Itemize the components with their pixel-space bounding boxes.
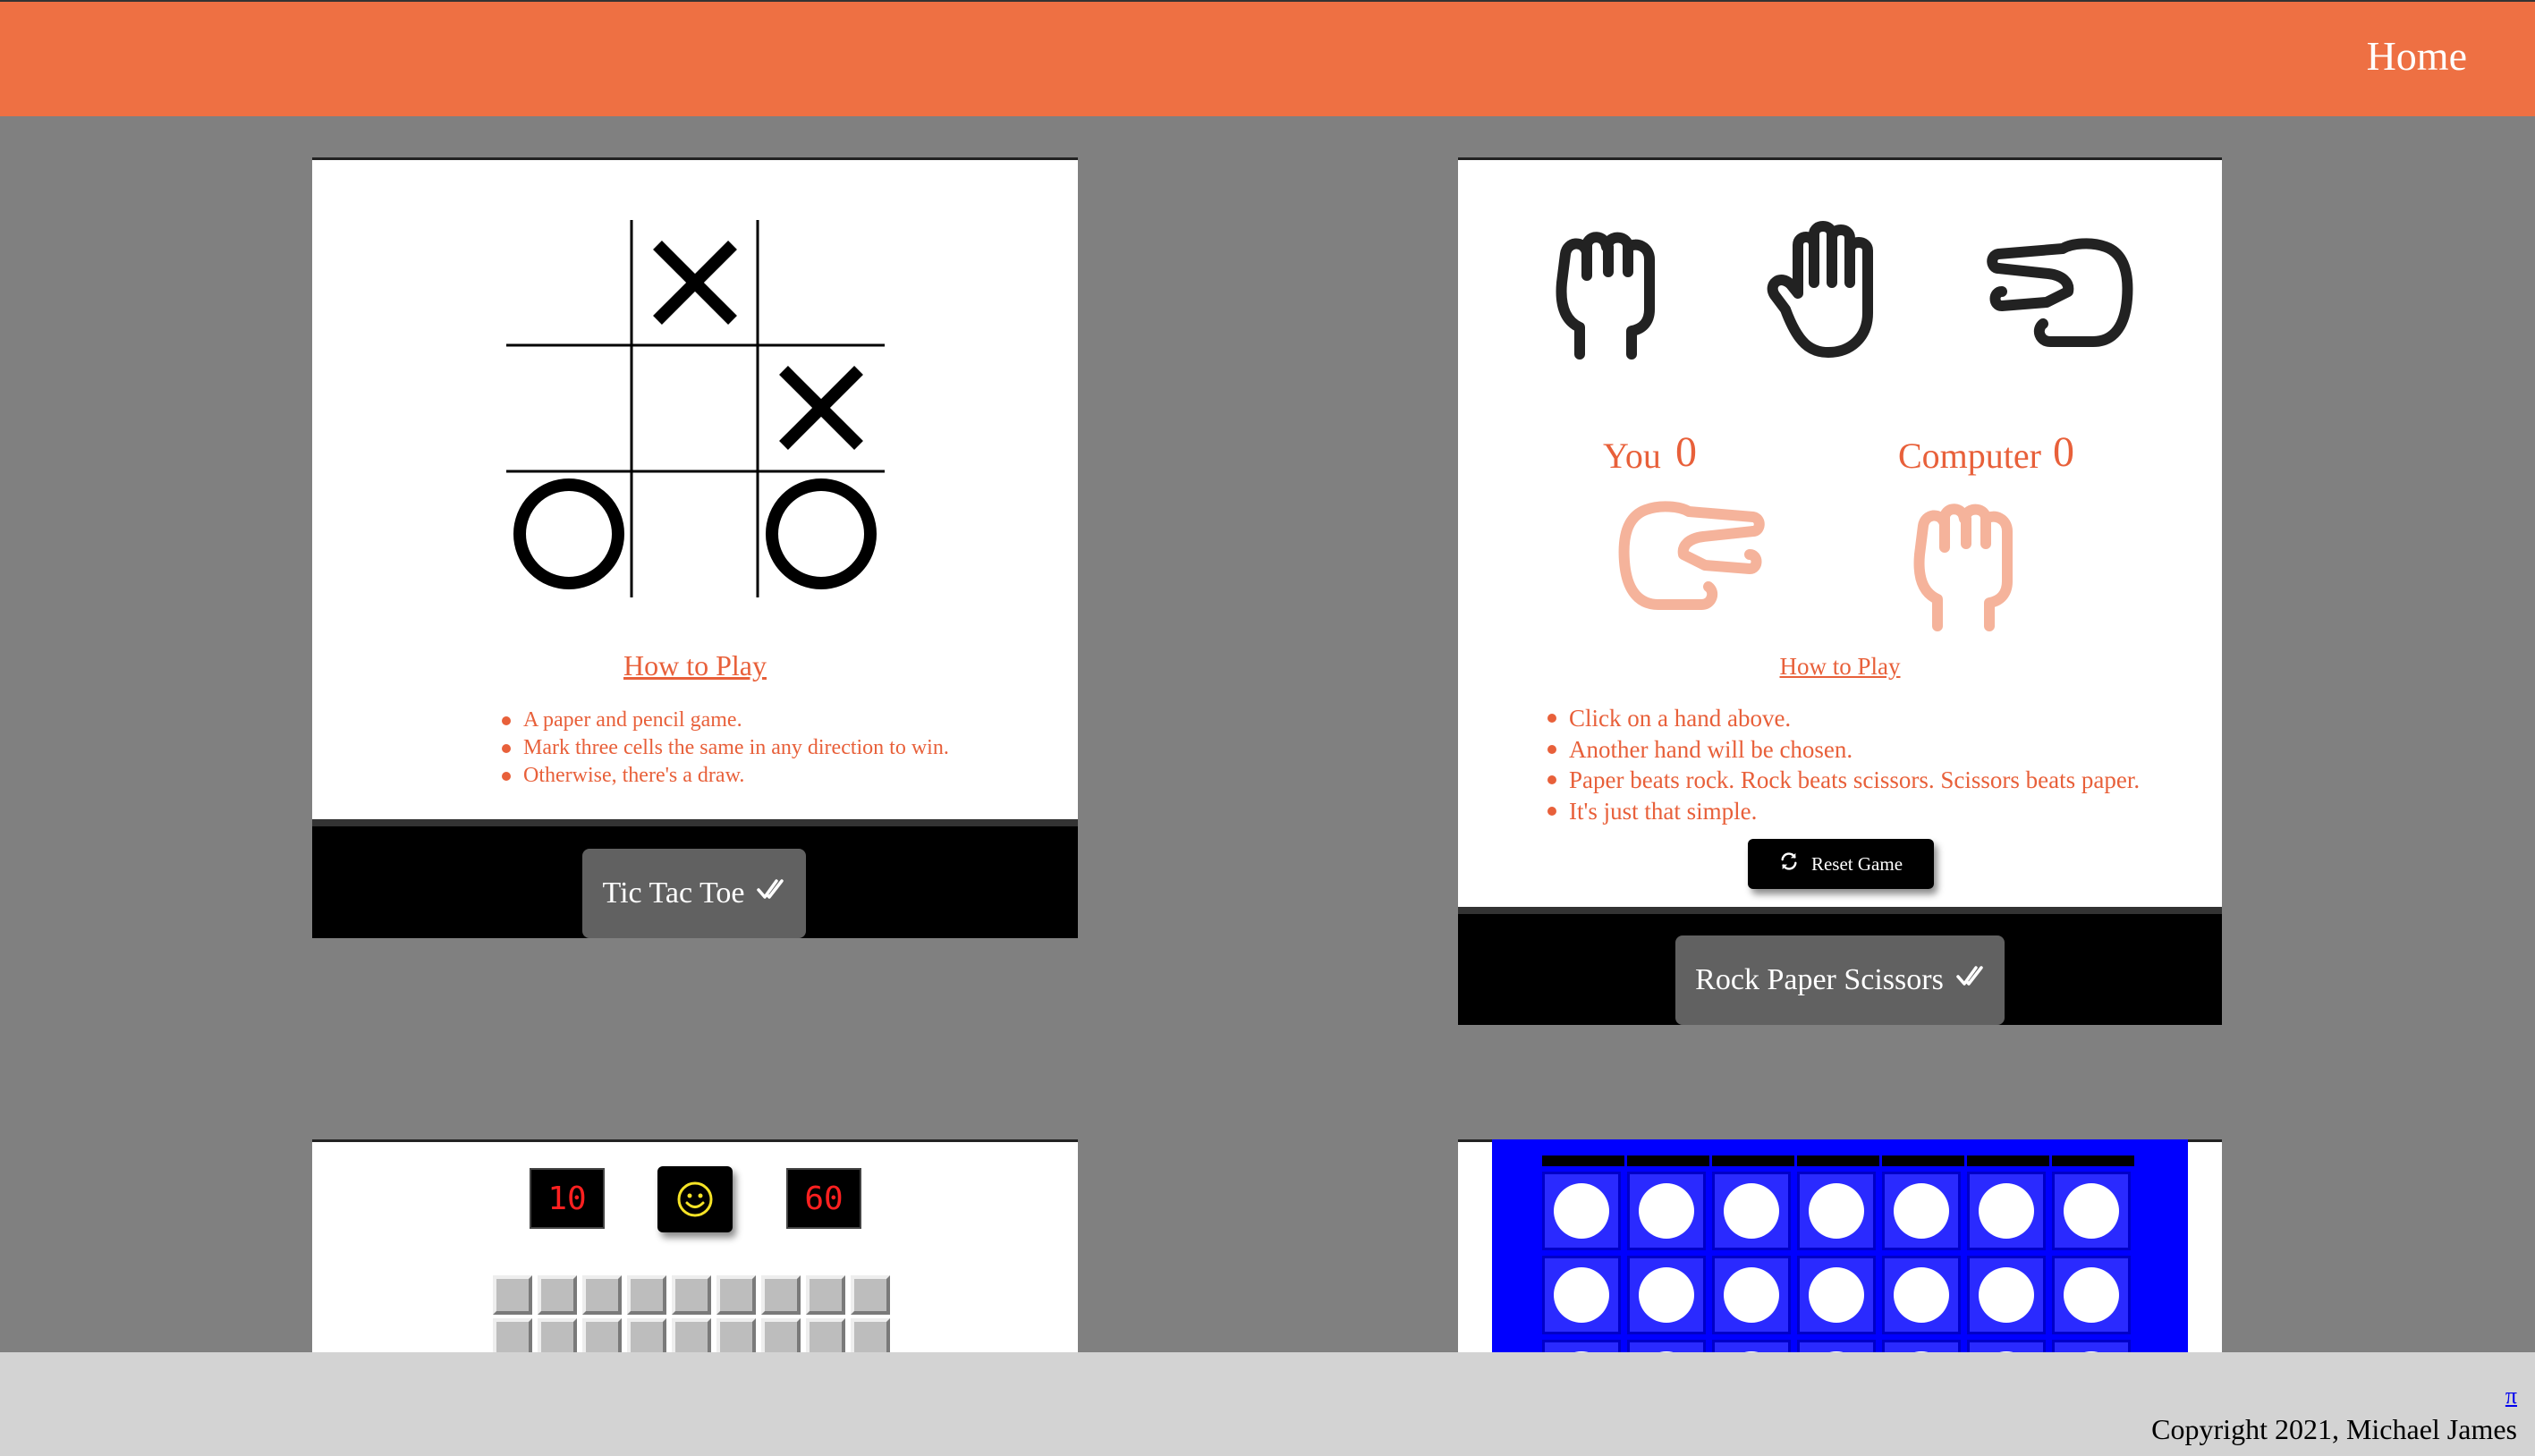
reset-game-label: Reset Game	[1810, 852, 1903, 875]
empty-disc	[1554, 1267, 1609, 1323]
board-cell[interactable]	[1882, 1172, 1961, 1250]
board-cell[interactable]	[2052, 1256, 2131, 1334]
timer-value: 60	[804, 1180, 844, 1217]
mines-counter: 10	[530, 1168, 605, 1229]
rock-hand-icon	[1913, 504, 2013, 631]
board-cell[interactable]	[1967, 1256, 2046, 1334]
tic-tac-toe-board[interactable]	[312, 157, 1078, 622]
empty-disc	[1979, 1183, 2034, 1239]
double-check-icon	[1956, 963, 1985, 997]
mine-tile[interactable]	[806, 1275, 845, 1315]
mine-tile[interactable]	[582, 1275, 622, 1315]
page-footer: π Copyright 2021, Michael James	[0, 1352, 2535, 1456]
connect-four-drop-row	[1542, 1155, 2136, 1168]
empty-disc	[1809, 1267, 1864, 1323]
mine-tile[interactable]	[851, 1275, 890, 1315]
scissors-hand-icon[interactable]	[1986, 236, 2138, 361]
board-cell[interactable]	[1627, 1256, 1706, 1334]
reset-game-button[interactable]: Reset Game	[1748, 839, 1934, 889]
empty-disc	[1554, 1183, 1609, 1239]
home-link[interactable]: Home	[2367, 32, 2467, 80]
o-mark	[766, 478, 877, 589]
empty-disc	[2064, 1267, 2119, 1323]
rule-item: It's just that simple.	[1547, 796, 2140, 827]
how-to-play-link[interactable]: How to Play	[312, 649, 1078, 682]
empty-disc	[1894, 1183, 1949, 1239]
drop-slot[interactable]	[1882, 1155, 1964, 1166]
mine-tile[interactable]	[627, 1275, 666, 1315]
connect-four-board[interactable]	[1492, 1139, 2188, 1372]
timer: 60	[786, 1168, 861, 1229]
board-cell[interactable]	[1712, 1172, 1791, 1250]
connect-four-card	[1458, 1139, 2222, 1372]
rule-item: Click on a hand above.	[1547, 703, 2140, 734]
board-cell[interactable]	[1967, 1172, 2046, 1250]
board-cell[interactable]	[1627, 1172, 1706, 1250]
mines-counter-value: 10	[547, 1180, 587, 1217]
tic-tac-toe-button-label: Tic Tac Toe	[602, 876, 745, 910]
top-navbar: Home	[0, 0, 2535, 116]
card-top-border	[312, 1139, 1078, 1142]
card-top-border	[1458, 157, 2222, 160]
x-mark	[653, 241, 737, 325]
pi-link[interactable]: π	[2505, 1383, 2517, 1409]
board-cell[interactable]	[1882, 1256, 1961, 1334]
paper-hand-icon[interactable]	[1759, 220, 1893, 363]
tic-tac-toe-rules: A paper and pencil game. Mark three cells…	[502, 707, 949, 790]
how-to-play-link[interactable]: How to Play	[1458, 653, 2222, 681]
board-cell[interactable]	[1797, 1172, 1876, 1250]
tic-tac-toe-card: How to Play A paper and pencil game. Mark…	[312, 157, 1078, 938]
empty-disc	[1979, 1267, 2034, 1323]
computer-score: 0	[2053, 428, 2074, 476]
x-mark	[779, 366, 863, 450]
mine-tile[interactable]	[716, 1275, 756, 1315]
mine-tile[interactable]	[761, 1275, 801, 1315]
computer-score-label: Computer	[1898, 436, 2041, 476]
board-cell[interactable]	[1542, 1172, 1621, 1250]
drop-slot[interactable]	[2052, 1155, 2134, 1166]
rule-item: Another hand will be chosen.	[1547, 734, 2140, 766]
empty-disc	[1809, 1183, 1864, 1239]
rock-paper-scissors-rules: Click on a hand above. Another hand will …	[1547, 703, 2140, 826]
drop-slot[interactable]	[1797, 1155, 1879, 1166]
you-score: 0	[1675, 428, 1697, 476]
board-cell[interactable]	[1712, 1256, 1791, 1334]
smiley-face-icon	[677, 1181, 713, 1217]
rule-item: Otherwise, there's a draw.	[502, 762, 949, 790]
mine-tile[interactable]	[493, 1275, 532, 1315]
rule-item: Paper beats rock. Rock beats scissors. S…	[1547, 765, 2140, 796]
scissors-hand-icon	[1618, 501, 1765, 610]
mine-tile[interactable]	[538, 1275, 577, 1315]
rule-item: A paper and pencil game.	[502, 707, 949, 734]
empty-disc	[1639, 1267, 1694, 1323]
you-score-label: You	[1603, 436, 1661, 476]
board-cell[interactable]	[1542, 1256, 1621, 1334]
empty-disc	[2064, 1183, 2119, 1239]
drop-slot[interactable]	[1627, 1155, 1709, 1166]
smiley-face-button[interactable]	[657, 1166, 733, 1232]
rock-hand-icon[interactable]	[1544, 220, 1669, 363]
board-cell[interactable]	[2052, 1172, 2131, 1250]
rock-paper-scissors-card: You 0 Computer 0 How to Play Click on a …	[1458, 157, 2222, 1025]
drop-slot[interactable]	[1712, 1155, 1794, 1166]
tic-tac-toe-button[interactable]: Tic Tac Toe	[582, 849, 806, 938]
double-check-icon	[757, 876, 785, 910]
empty-disc	[1724, 1183, 1779, 1239]
minesweeper-card: 10 60	[312, 1139, 1078, 1372]
rock-paper-scissors-button-label: Rock Paper Scissors	[1695, 963, 1944, 996]
rule-item: Mark three cells the same in any directi…	[502, 734, 949, 762]
empty-disc	[1724, 1267, 1779, 1323]
drop-slot[interactable]	[1542, 1155, 1624, 1166]
o-mark	[513, 478, 624, 589]
copyright-text: Copyright 2021, Michael James	[2151, 1413, 2517, 1445]
drop-slot[interactable]	[1967, 1155, 2049, 1166]
rock-paper-scissors-button[interactable]: Rock Paper Scissors	[1675, 935, 2005, 1025]
mine-tile[interactable]	[672, 1275, 711, 1315]
refresh-icon	[1779, 851, 1799, 876]
board-cell[interactable]	[1797, 1256, 1876, 1334]
connect-four-cells	[1542, 1172, 2136, 1372]
empty-disc	[1639, 1183, 1694, 1239]
empty-disc	[1894, 1267, 1949, 1323]
